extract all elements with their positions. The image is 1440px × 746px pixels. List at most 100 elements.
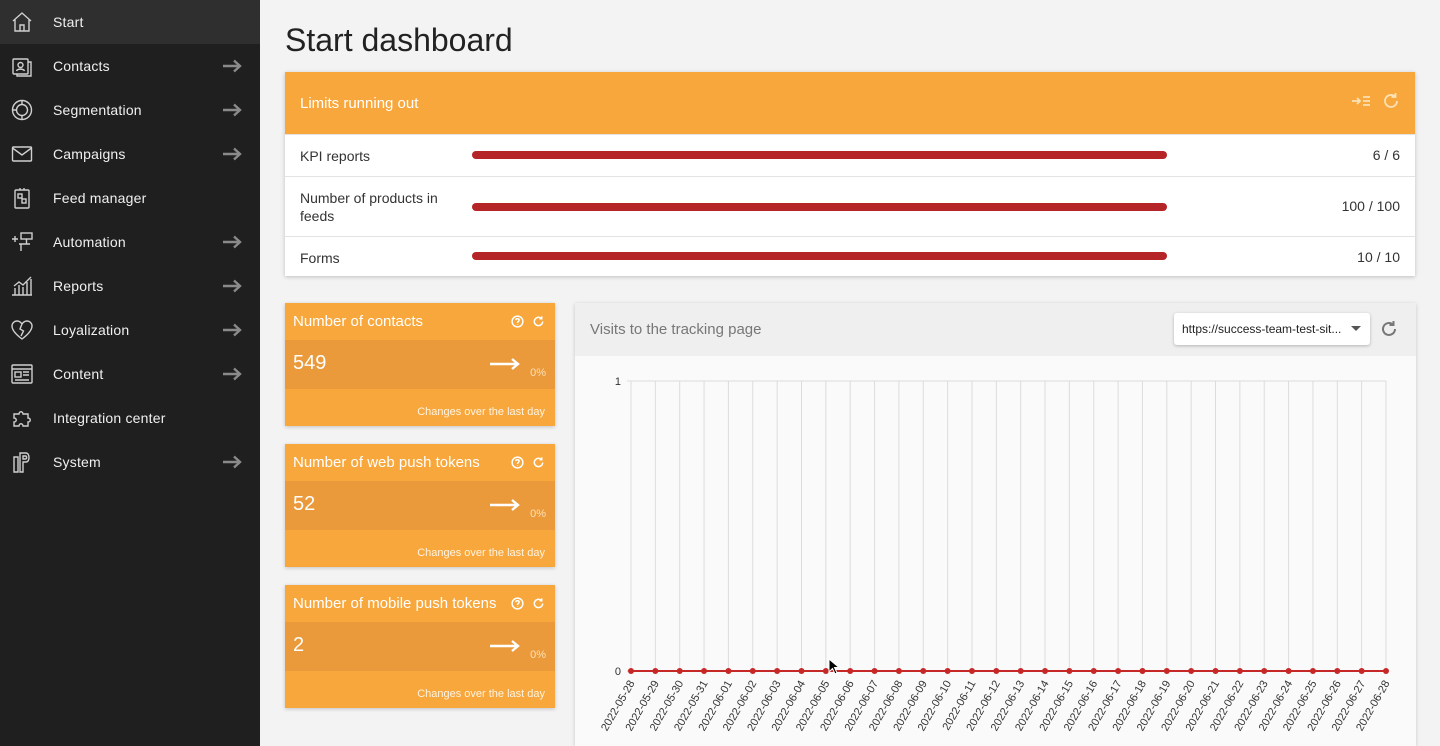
limits-title: Limits running out <box>300 94 419 112</box>
visits-line-chart: 012022-05-282022-05-292022-05-302022-05-… <box>599 376 1393 733</box>
data-point <box>1017 668 1024 674</box>
data-point <box>628 668 634 674</box>
stat-card-contacts[interactable]: Number of contacts 549 0% Changes over t… <box>285 303 555 426</box>
arrow-right-icon <box>221 453 243 471</box>
collapse-icon[interactable] <box>1351 91 1371 115</box>
stat-header: Number of web push tokens <box>285 444 555 481</box>
limit-value: 100 / 100 <box>1341 198 1400 214</box>
sidebar-item-feed-manager[interactable]: Feed manager <box>0 176 260 220</box>
limit-progress-bar <box>472 203 1167 211</box>
arrow-right-icon <box>221 145 243 163</box>
sidebar-item-label: Start <box>53 14 84 30</box>
visits-header: Visits to the tracking page https://succ… <box>575 303 1416 356</box>
data-point <box>701 668 708 674</box>
arrow-right-icon <box>221 365 243 383</box>
stat-header: Number of mobile push tokens <box>285 585 555 622</box>
stat-card-web-push-tokens[interactable]: Number of web push tokens 52 0% Changes … <box>285 444 555 567</box>
segmentation-icon <box>9 97 35 123</box>
sidebar-item-contacts[interactable]: Contacts <box>0 44 260 88</box>
limits-header: Limits running out <box>285 72 1415 134</box>
page-title: Start dashboard <box>285 22 513 58</box>
stat-change: 0% <box>530 508 546 520</box>
limit-progress-bar <box>472 252 1167 260</box>
refresh-icon[interactable] <box>1381 91 1401 115</box>
sidebar-item-label: Automation <box>53 234 126 250</box>
data-point <box>1383 668 1389 674</box>
data-point <box>798 668 805 674</box>
stat-change: 0% <box>530 367 546 379</box>
stat-footer: Changes over the last day <box>417 688 545 700</box>
stat-card-mobile-push-tokens[interactable]: Number of mobile push tokens 2 0% Change… <box>285 585 555 708</box>
limit-row-forms: Forms 10 / 10 <box>285 236 1415 276</box>
refresh-icon[interactable] <box>532 456 545 473</box>
refresh-icon[interactable] <box>1379 319 1399 344</box>
visits-title: Visits to the tracking page <box>590 321 762 338</box>
contacts-icon <box>9 53 35 79</box>
puzzle-icon <box>9 405 35 431</box>
site-select-value: https://success-team-test-sit... <box>1182 322 1342 336</box>
sidebar-item-start[interactable]: Start <box>0 0 260 44</box>
data-point <box>1139 668 1146 674</box>
trend-arrow-icon <box>489 639 521 658</box>
data-point <box>968 668 975 674</box>
arrow-right-icon <box>221 233 243 251</box>
data-point <box>1309 668 1316 674</box>
arrow-right-icon <box>221 101 243 119</box>
sidebar-item-label: System <box>53 454 101 470</box>
sidebar-item-label: Campaigns <box>53 146 126 162</box>
y-tick-label: 1 <box>615 376 621 388</box>
mouse-cursor-icon <box>828 658 840 675</box>
sidebar-item-reports[interactable]: Reports <box>0 264 260 308</box>
system-icon <box>9 449 35 475</box>
sidebar-item-campaigns[interactable]: Campaigns <box>0 132 260 176</box>
stat-title: Number of contacts <box>293 313 424 330</box>
data-point <box>652 668 659 674</box>
data-point <box>1285 668 1292 674</box>
stat-value: 52 <box>293 493 316 515</box>
stat-body: 2 0% <box>285 622 555 671</box>
reports-icon <box>9 273 35 299</box>
caret-down-icon <box>1351 326 1361 331</box>
data-point <box>895 668 902 674</box>
sidebar-item-loyalization[interactable]: Loyalization <box>0 308 260 352</box>
limits-panel: Limits running out KPI reports 6 / 6 Num… <box>285 72 1415 276</box>
heart-icon <box>9 317 35 343</box>
content-icon <box>9 361 35 387</box>
refresh-icon[interactable] <box>532 315 545 332</box>
stat-footer: Changes over the last day <box>417 406 545 418</box>
limit-name: KPI reports <box>300 148 371 164</box>
home-icon <box>9 9 35 35</box>
sidebar-item-system[interactable]: System <box>0 440 260 484</box>
feed-icon <box>9 185 35 211</box>
data-point <box>1115 668 1122 674</box>
sidebar-item-content[interactable]: Content <box>0 352 260 396</box>
sidebar-item-integration-center[interactable]: Integration center <box>0 396 260 440</box>
data-point <box>871 668 878 674</box>
stat-title: Number of mobile push tokens <box>293 595 497 612</box>
data-point <box>920 668 927 674</box>
limit-row-kpi-reports: KPI reports 6 / 6 <box>285 134 1415 176</box>
sidebar-item-segmentation[interactable]: Segmentation <box>0 88 260 132</box>
data-point <box>993 668 1000 674</box>
limit-value: 10 / 10 <box>1357 249 1400 265</box>
sidebar-item-label: Segmentation <box>53 102 142 118</box>
sidebar-item-automation[interactable]: Automation <box>0 220 260 264</box>
help-icon[interactable] <box>511 315 524 332</box>
stat-header: Number of contacts <box>285 303 555 340</box>
data-point <box>1358 668 1365 674</box>
stat-body: 52 0% <box>285 481 555 530</box>
limits-actions <box>1351 91 1401 115</box>
refresh-icon[interactable] <box>532 597 545 614</box>
help-icon[interactable] <box>511 597 524 614</box>
site-select[interactable]: https://success-team-test-sit... <box>1174 313 1370 345</box>
sidebar-item-label: Feed manager <box>53 190 147 206</box>
sidebar-item-label: Integration center <box>53 410 166 426</box>
stat-body: 549 0% <box>285 340 555 389</box>
data-point <box>676 668 683 674</box>
stat-change: 0% <box>530 649 546 661</box>
arrow-right-icon <box>221 277 243 295</box>
limit-name: Forms <box>300 250 340 266</box>
arrow-right-icon <box>221 321 243 339</box>
data-point <box>774 668 781 674</box>
help-icon[interactable] <box>511 456 524 473</box>
